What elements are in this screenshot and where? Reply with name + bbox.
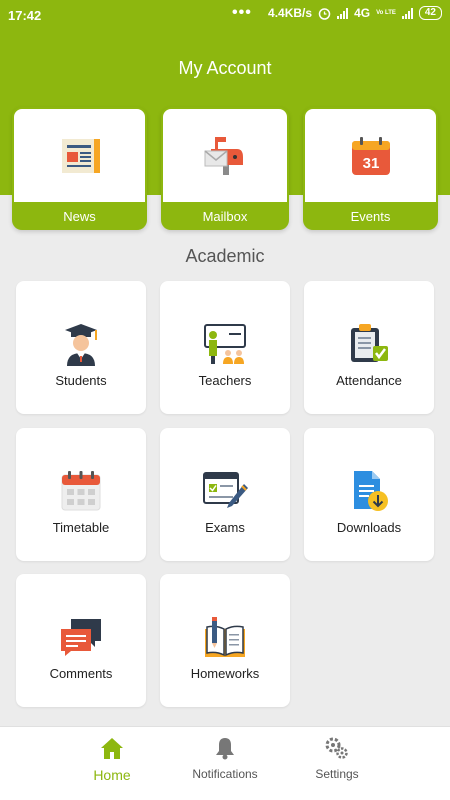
network-speed: 4.4KB/s [268,6,313,20]
teacher-icon [204,324,246,364]
battery-icon: 42 [418,6,442,20]
mailbox-label: Mailbox [202,209,248,224]
events-label: Events [350,209,391,224]
downloads-tile[interactable]: Downloads [304,428,434,561]
page-title: My Account [178,58,272,78]
chat-bubbles-icon [61,619,101,656]
calendar-grid-icon [61,471,101,511]
events-card[interactable]: 31 Events [303,107,438,230]
clipboard-check-icon [351,324,388,362]
open-book-pen-icon [205,617,245,657]
students-tile[interactable]: Students [16,281,146,414]
teachers-label: Teachers [198,373,252,388]
calendar-day-number: 31 [362,155,379,172]
timetable-tile[interactable]: Timetable [16,428,146,561]
attendance-tile[interactable]: Attendance [304,281,434,414]
nav-settings-label: Settings [315,767,359,781]
nav-home-label: Home [93,767,131,783]
downloads-label: Downloads [336,520,402,535]
nav-home[interactable]: Home [52,735,172,783]
calendar-31-icon: 31 [351,136,390,175]
nav-settings[interactable]: Settings [277,735,397,781]
signal-icon [337,7,349,19]
exams-tile[interactable]: Exams [160,428,290,561]
home-icon [101,738,123,759]
exam-pencil-icon [203,472,248,508]
news-label: News [63,209,96,224]
teachers-tile[interactable]: Teachers [160,281,290,414]
nav-notifications-label: Notifications [192,767,258,781]
status-bar: 17:42 ••• 4.4KB/s 4G Vo LTE 42 [0,0,450,30]
network-type: 4G [354,6,371,20]
alarm-icon [318,7,331,20]
bell-icon [216,738,234,760]
homeworks-label: Homeworks [190,666,260,681]
students-label: Students [55,373,107,388]
student-icon [65,324,97,366]
bottom-navigation: Home Notifications Settings [0,726,450,800]
download-file-icon [354,471,388,511]
volte-label: Vo LTE [376,10,396,16]
section-title: Academic [185,246,265,266]
homeworks-tile[interactable]: Homeworks [160,574,290,707]
signal-icon-2 [401,7,413,19]
nav-notifications[interactable]: Notifications [165,735,285,781]
comments-label: Comments [49,666,113,681]
status-time: 17:42 [8,8,42,23]
gears-icon [325,737,348,759]
mailbox-icon [204,136,243,175]
comments-tile[interactable]: Comments [16,574,146,707]
timetable-label: Timetable [52,520,110,535]
exams-label: Exams [205,520,245,535]
mailbox-card[interactable]: Mailbox [161,107,289,230]
status-right: 4.4KB/s 4G Vo LTE 42 [268,6,442,20]
status-dots: ••• [232,4,252,21]
news-card[interactable]: News [12,107,147,230]
newspaper-icon [61,138,100,173]
attendance-label: Attendance [336,373,402,388]
